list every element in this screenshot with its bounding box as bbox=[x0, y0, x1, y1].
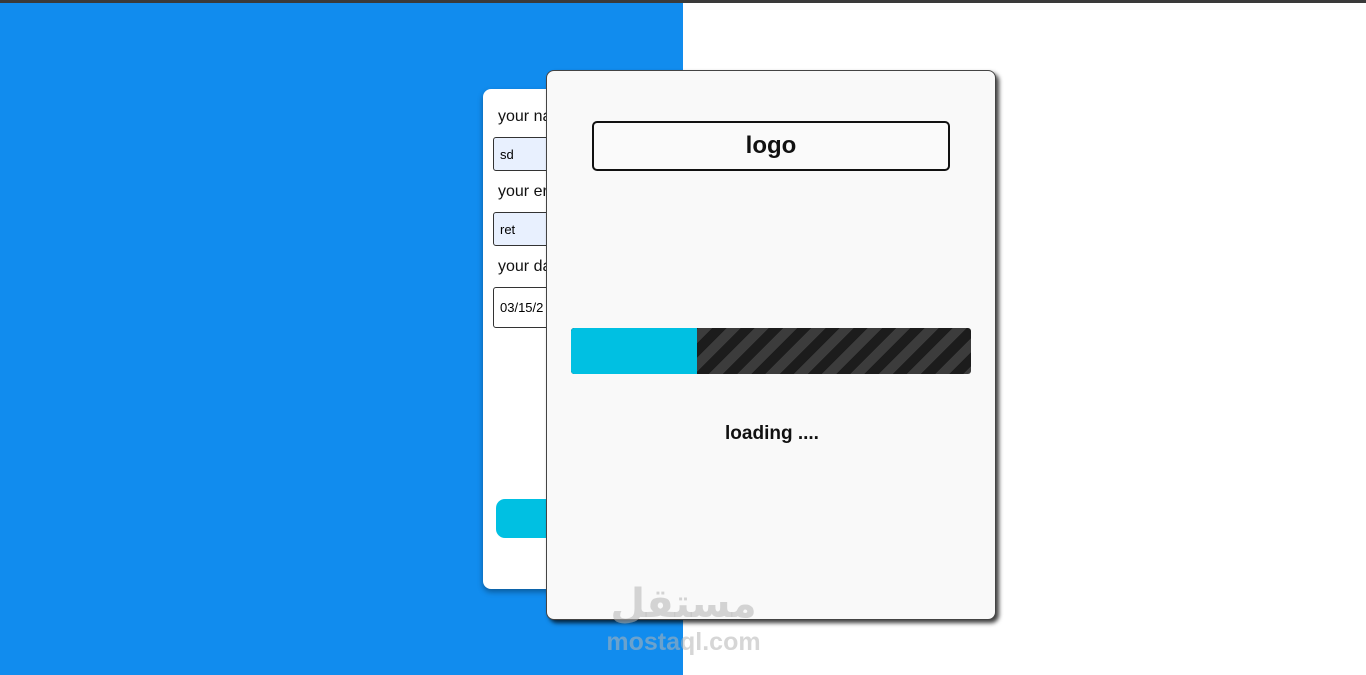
progress-bar bbox=[571, 328, 971, 374]
progress-fill bbox=[571, 328, 697, 374]
date-label: your da bbox=[498, 258, 552, 275]
name-label: your na bbox=[498, 108, 552, 125]
page: your na your er your da logo loading ...… bbox=[0, 0, 1366, 675]
loading-overlay-card: logo loading .... bbox=[546, 70, 996, 620]
logo-box: logo bbox=[592, 121, 950, 171]
logo-text: logo bbox=[745, 132, 797, 159]
email-label: your er bbox=[498, 183, 548, 200]
loading-text: loading .... bbox=[725, 423, 819, 444]
